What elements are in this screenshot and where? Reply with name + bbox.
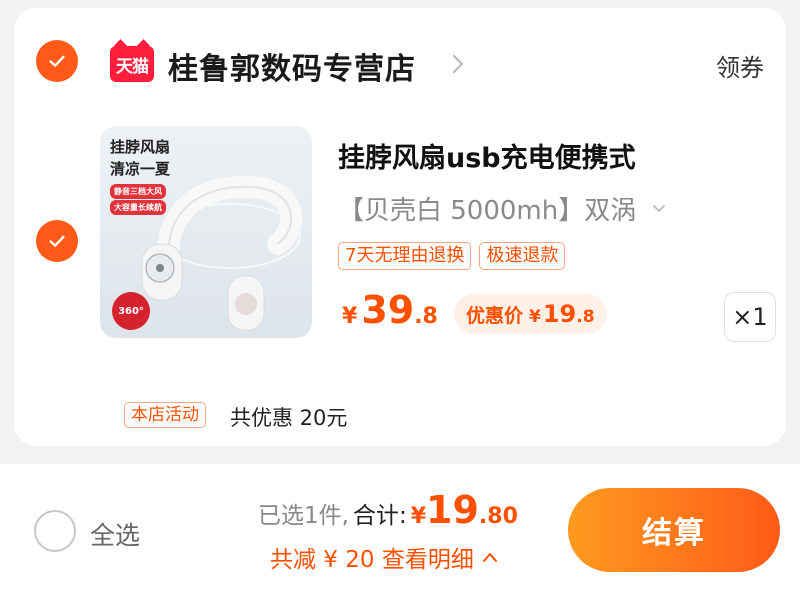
select-all-checkbox[interactable] (34, 510, 76, 552)
discount-detail-link[interactable]: 共减 ¥ 20 查看明细 (270, 540, 498, 574)
promo-price-pill: 优惠价 ¥19.8 (454, 294, 607, 334)
refund-badge: 极速退款 (479, 242, 566, 270)
service-badges: 7天无理由退换 极速退款 (338, 242, 566, 270)
store-card: 天猫 桂鲁郭数码专营店 领券 挂脖风扇 清凉一夏 静音三档大风 大容量长续航 3… (14, 8, 786, 446)
checkout-button[interactable]: 结算 (568, 488, 780, 572)
product-title[interactable]: 挂脖风扇usb充电便携式 (338, 136, 636, 175)
tmall-logo: 天猫 (110, 46, 154, 82)
total-summary: 已选1件, 合计: ¥19.80 (258, 488, 518, 532)
image-360-badge: 360° (112, 292, 150, 330)
product-spec-selector[interactable]: 【贝壳白 5000mh】双涡 (338, 190, 666, 227)
chevron-up-icon (482, 553, 497, 562)
store-activity-tag: 本店活动 (124, 402, 206, 428)
coupon-button[interactable]: 领券 (716, 48, 764, 83)
return-badge: 7天无理由退换 (338, 242, 472, 270)
product-spec-text: 【贝壳白 5000mh】双涡 (338, 196, 637, 226)
checkmark-icon (49, 235, 65, 247)
total-label: 合计: (352, 503, 407, 529)
chevron-right-icon[interactable] (450, 53, 466, 75)
store-name[interactable]: 桂鲁郭数码专营店 (168, 44, 416, 88)
store-activity-text: 共优惠 20元 (230, 406, 348, 430)
checkout-bar: 全选 已选1件, 合计: ¥19.80 共减 ¥ 20 查看明细 结算 (0, 464, 800, 600)
select-all-label[interactable]: 全选 (90, 516, 140, 552)
item-checkbox[interactable] (36, 220, 78, 262)
product-price: ¥39.8 (342, 288, 438, 332)
product-image[interactable]: 挂脖风扇 清凉一夏 静音三档大风 大容量长续航 360° (100, 126, 312, 338)
image-tag: 静音三档大风 (110, 184, 166, 199)
selected-count: 已选1件, (258, 503, 349, 529)
image-headline: 挂脖风扇 清凉一夏 (110, 138, 171, 178)
chevron-down-icon (653, 204, 666, 212)
image-tag: 大容量长续航 (110, 200, 166, 215)
discount-text: 共减 ¥ 20 查看明细 (270, 547, 474, 573)
store-checkbox[interactable] (36, 40, 78, 82)
quantity-button[interactable]: ×1 (724, 292, 776, 342)
checkmark-icon (49, 55, 65, 67)
